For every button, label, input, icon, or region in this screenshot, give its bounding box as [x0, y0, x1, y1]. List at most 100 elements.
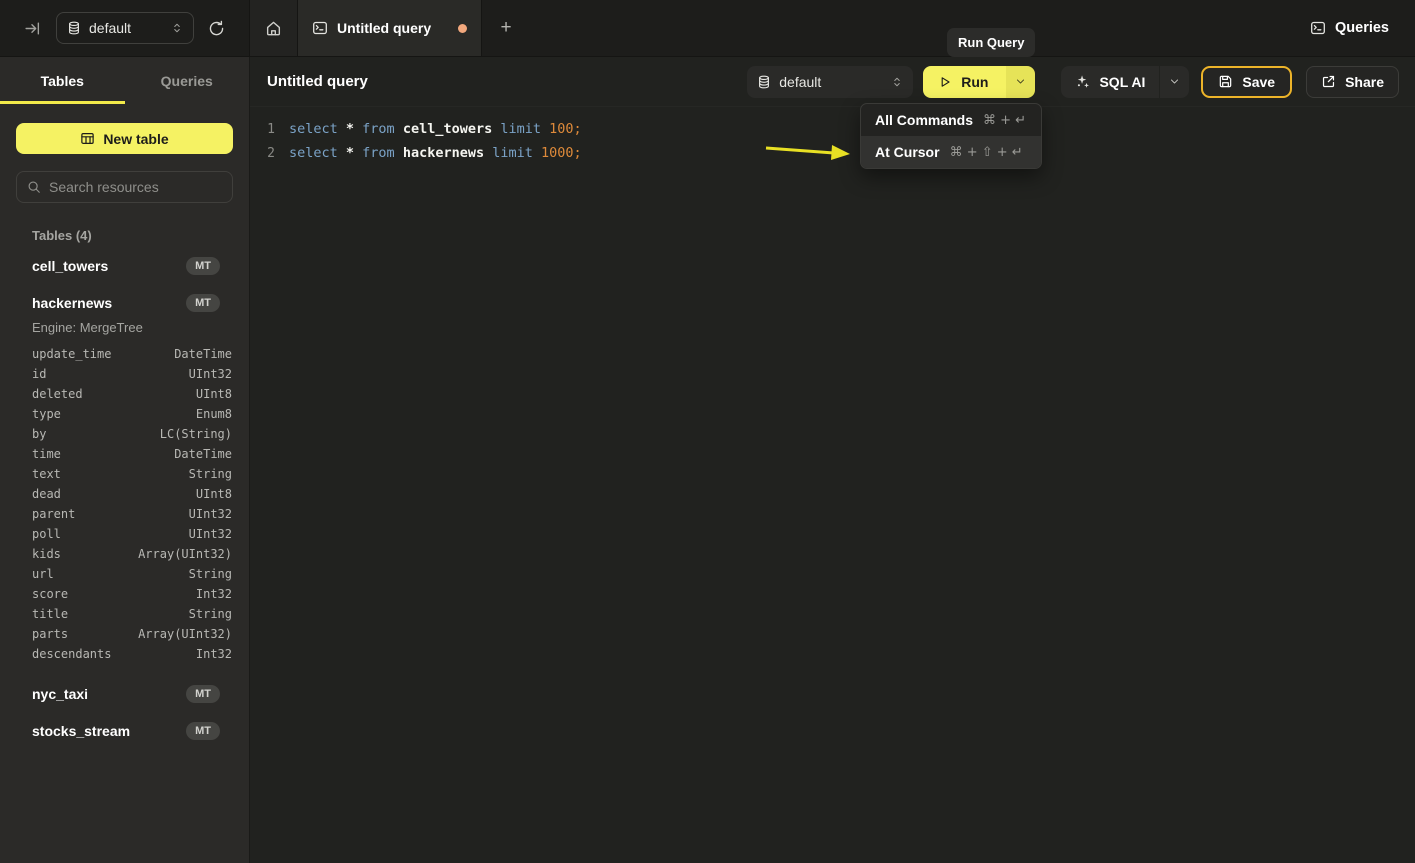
search-icon [27, 180, 41, 194]
column-row[interactable]: type Enum8 [32, 404, 232, 424]
code-line-2: 2 select * from hackernews limit 1000; [250, 141, 1415, 165]
chevron-updown-icon [171, 22, 183, 34]
line-number: 1 [250, 122, 275, 137]
column-type: String [189, 467, 232, 481]
share-label: Share [1345, 74, 1384, 90]
database-icon [757, 75, 771, 89]
column-row[interactable]: score Int32 [32, 584, 232, 604]
column-name: time [32, 447, 61, 461]
column-name: score [32, 587, 68, 601]
table-name: cell_towers [32, 258, 186, 274]
new-tab-button[interactable]: + [482, 0, 530, 56]
engine-badge: MT [186, 685, 220, 703]
engine-badge: MT [186, 257, 220, 275]
database-selector-topbar[interactable]: default [56, 12, 194, 44]
column-type: String [189, 567, 232, 581]
table-icon [80, 131, 95, 146]
table-row-nyc-taxi[interactable]: nyc_taxi MT [16, 685, 233, 703]
run-menu-item[interactable]: At Cursor ⌘ + ⇧ + ↵ [861, 136, 1041, 168]
column-row[interactable]: kids Array(UInt32) [32, 544, 232, 564]
database-selector-value: default [89, 20, 163, 36]
sql-editor[interactable]: 1 select * from cell_towers limit 100; 2… [250, 107, 1415, 165]
home-tab[interactable] [250, 0, 298, 56]
column-name: dead [32, 487, 61, 501]
sidebar-tabs: Tables Queries [0, 57, 249, 104]
main-panel: Untitled query default Run [250, 57, 1415, 863]
share-button[interactable]: Share [1306, 66, 1399, 98]
column-row[interactable]: id UInt32 [32, 364, 232, 384]
column-name: parts [32, 627, 68, 641]
sparkles-icon [1075, 74, 1090, 89]
column-row[interactable]: dead UInt8 [32, 484, 232, 504]
database-icon [67, 21, 81, 35]
chevron-down-icon [1015, 76, 1026, 87]
queries-button[interactable]: Queries [1310, 0, 1415, 56]
column-row[interactable]: title String [32, 604, 232, 624]
unsaved-changes-dot [458, 24, 467, 33]
run-query-tooltip: Run Query [947, 28, 1035, 57]
column-row[interactable]: url String [32, 564, 232, 584]
search-box [16, 171, 233, 203]
column-type: UInt32 [189, 527, 232, 541]
save-button[interactable]: Save [1201, 66, 1292, 98]
column-name: by [32, 427, 46, 441]
column-type: String [189, 607, 232, 621]
table-name: hackernews [32, 295, 186, 311]
top-bar: default Untitled query + Queries [0, 0, 1415, 57]
database-selector-header[interactable]: default [747, 66, 913, 98]
run-menu-item[interactable]: All Commands ⌘ + ↵ [861, 104, 1041, 136]
column-name: descendants [32, 647, 111, 661]
share-icon [1321, 74, 1336, 89]
column-row[interactable]: deleted UInt8 [32, 384, 232, 404]
query-title: Untitled query [267, 73, 747, 90]
sql-ai-button[interactable]: SQL AI [1061, 66, 1159, 98]
column-row[interactable]: poll UInt32 [32, 524, 232, 544]
sidebar-tab-tables[interactable]: Tables [0, 57, 125, 104]
column-row[interactable]: parts Array(UInt32) [32, 624, 232, 644]
sql-ai-split-button: SQL AI [1061, 66, 1189, 98]
table-row-hackernews[interactable]: hackernews MT [16, 294, 233, 312]
line-number: 2 [250, 146, 275, 161]
column-type: Int32 [196, 647, 232, 661]
table-row-stocks-stream[interactable]: stocks_stream MT [16, 722, 233, 740]
run-button[interactable]: Run [923, 66, 1006, 98]
column-row[interactable]: parent UInt32 [32, 504, 232, 524]
column-row[interactable]: descendants Int32 [32, 644, 232, 664]
refresh-icon[interactable] [208, 20, 225, 37]
menu-item-shortcut: ⌘ + ↵ [983, 113, 1026, 128]
menu-item-shortcut: ⌘ + ⇧ + ↵ [950, 145, 1023, 160]
run-options-menu: All Commands ⌘ + ↵ At Cursor ⌘ + ⇧ + ↵ [860, 103, 1042, 169]
column-row[interactable]: by LC(String) [32, 424, 232, 444]
column-name: url [32, 567, 54, 581]
new-table-button[interactable]: New table [16, 123, 233, 154]
search-input[interactable] [49, 179, 222, 195]
sql-ai-options-button[interactable] [1159, 66, 1189, 98]
column-type: Array(UInt32) [138, 627, 232, 641]
collapse-sidebar-icon[interactable] [24, 20, 41, 37]
sidebar-tab-queries[interactable]: Queries [125, 57, 250, 104]
chevron-down-icon [1169, 76, 1180, 87]
tab-label: Untitled query [337, 20, 449, 36]
save-icon [1218, 74, 1233, 89]
column-type: DateTime [174, 347, 232, 361]
column-row[interactable]: text String [32, 464, 232, 484]
column-row[interactable]: update_time DateTime [32, 344, 232, 364]
engine-badge: MT [186, 294, 220, 312]
column-type: Array(UInt32) [138, 547, 232, 561]
column-name: poll [32, 527, 61, 541]
tab-strip: Untitled query + [250, 0, 1310, 56]
code-line-1: 1 select * from cell_towers limit 100; [250, 117, 1415, 141]
table-row-cell-towers[interactable]: cell_towers MT [16, 257, 233, 275]
run-options-button[interactable] [1006, 66, 1035, 98]
column-name: id [32, 367, 46, 381]
query-header: Untitled query default Run [250, 57, 1415, 107]
chevron-updown-icon [891, 76, 903, 88]
database-selector-value: default [779, 74, 883, 90]
run-split-button: Run [923, 66, 1035, 98]
tables-section-title: Tables (4) [32, 228, 233, 243]
column-name: type [32, 407, 61, 421]
column-type: Enum8 [196, 407, 232, 421]
tab-untitled-query[interactable]: Untitled query [298, 0, 482, 56]
table-name: stocks_stream [32, 723, 186, 739]
column-row[interactable]: time DateTime [32, 444, 232, 464]
